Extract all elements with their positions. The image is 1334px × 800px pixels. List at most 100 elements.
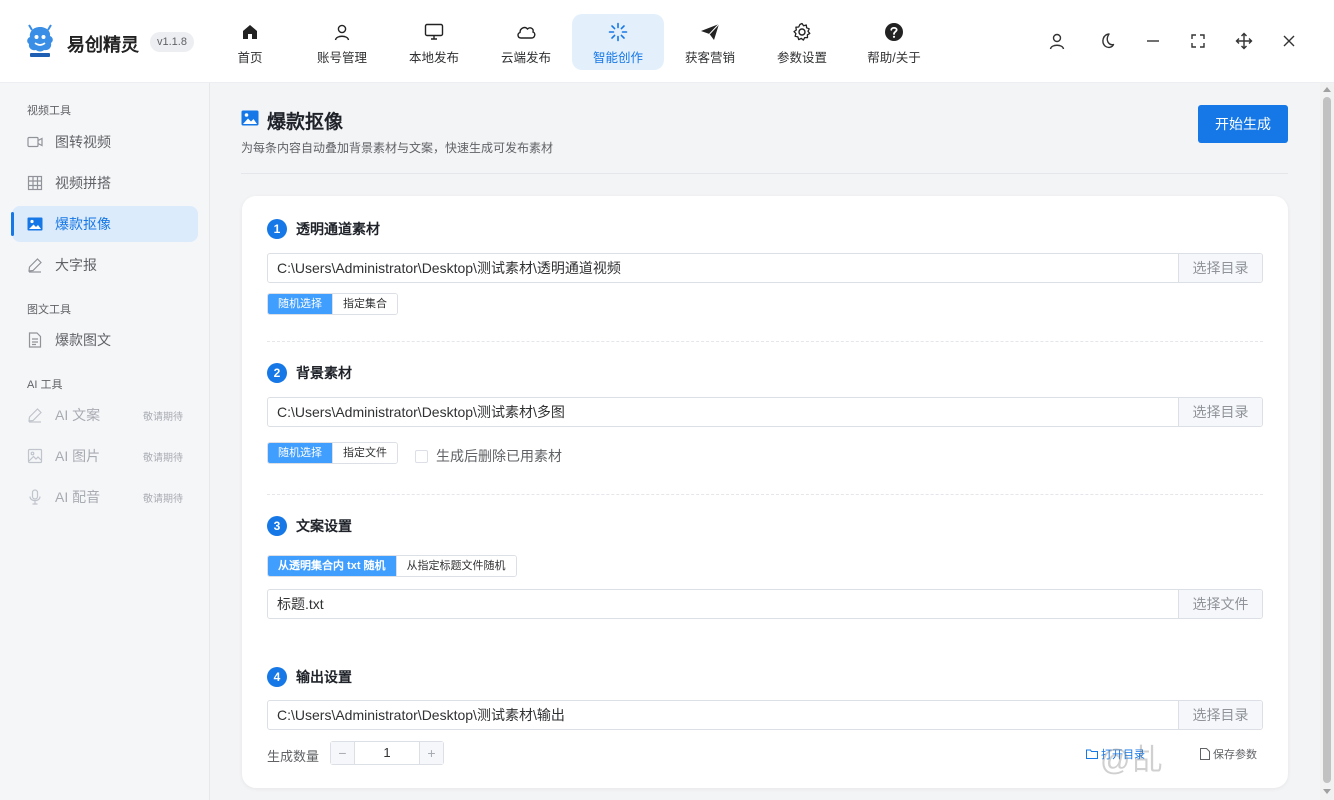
title-file-option[interactable]: 从指定标题文件随机: [395, 556, 516, 576]
step-number: 4: [267, 667, 287, 687]
alpha-selection-mode: 随机选择 指定集合: [267, 293, 398, 315]
section-divider: [267, 341, 1263, 342]
nav-marketing[interactable]: 获客营销: [664, 14, 756, 70]
scroll-thumb[interactable]: [1323, 97, 1331, 783]
delete-used-checkbox[interactable]: 生成后删除已用素材: [415, 446, 562, 466]
sidebar-item-label: AI 图片: [55, 448, 101, 464]
move-window-button[interactable]: [1233, 30, 1255, 52]
app-logo: [24, 24, 56, 58]
sidebar-item-label: 视频拼搭: [55, 175, 111, 191]
main-nav: 首页 账号管理 本地发布 云端发布 智能创作 获客营销 参数设置 帮助/关于: [204, 14, 940, 70]
choose-directory-button[interactable]: 选择目录: [1178, 701, 1262, 729]
step-number: 1: [267, 219, 287, 239]
close-button[interactable]: [1278, 30, 1300, 52]
choose-directory-button[interactable]: 选择目录: [1178, 398, 1262, 426]
sidebar-item-big-poster[interactable]: 大字报: [12, 247, 198, 283]
settings-card: 1 透明通道素材 选择目录 随机选择 指定集合 2 背景素材 选择目录 随机选择…: [242, 196, 1288, 788]
profile-button[interactable]: [1046, 30, 1068, 52]
sparkle-icon: [608, 22, 628, 42]
decrement-button[interactable]: −: [331, 742, 355, 764]
section-header: 4 输出设置: [267, 667, 352, 687]
increment-button[interactable]: +: [419, 742, 443, 764]
divider: [241, 173, 1288, 174]
nav-smart-create[interactable]: 智能创作: [572, 14, 664, 70]
step-number: 3: [267, 516, 287, 536]
nav-cloud-publish[interactable]: 云端发布: [480, 14, 572, 70]
choose-file-button[interactable]: 选择文件: [1178, 590, 1262, 618]
version-badge: v1.1.8: [150, 32, 194, 52]
sidebar-item-matting[interactable]: 爆款抠像: [11, 206, 198, 242]
sidebar-item-label: 大字报: [55, 257, 97, 273]
choose-directory-button[interactable]: 选择目录: [1178, 254, 1262, 282]
alpha-source-path-input[interactable]: [268, 254, 1178, 282]
fullscreen-button[interactable]: [1187, 30, 1209, 52]
minimize-button[interactable]: [1142, 30, 1164, 52]
txt-in-set-option[interactable]: 从透明集合内 txt 随机: [268, 556, 396, 576]
scroll-down-icon[interactable]: [1323, 789, 1331, 794]
nav-label: 账号管理: [316, 51, 367, 65]
app-name: 易创精灵: [67, 35, 139, 55]
sidebar-group-title: 视频工具: [27, 105, 71, 117]
section-title: 输出设置: [296, 669, 352, 685]
nav-label: 获客营销: [684, 51, 735, 65]
sidebar-item-video-splice[interactable]: 视频拼搭: [12, 165, 198, 201]
specified-file-option[interactable]: 指定文件: [332, 443, 397, 463]
nav-account[interactable]: 账号管理: [296, 14, 388, 70]
help-icon: [884, 22, 904, 42]
checkbox-box[interactable]: [415, 449, 428, 463]
section-divider: [267, 494, 1263, 495]
quantity-value[interactable]: 1: [355, 742, 419, 764]
moon-icon: [1102, 33, 1115, 49]
sidebar-item-label: 图转视频: [55, 134, 111, 150]
home-icon: [240, 22, 260, 42]
random-select-option[interactable]: 随机选择: [268, 294, 332, 314]
quantity-stepper[interactable]: − 1 +: [330, 741, 444, 765]
grid-icon: [27, 175, 43, 191]
output-path-input[interactable]: [268, 701, 1178, 729]
start-generate-button[interactable]: 开始生成: [1198, 105, 1288, 143]
scroll-up-icon[interactable]: [1323, 87, 1331, 92]
sidebar-item-ai-voice[interactable]: AI 配音 敬请期待: [12, 479, 198, 515]
nav-label: 帮助/关于: [867, 51, 921, 65]
video-icon: [27, 134, 43, 150]
scrollbar[interactable]: [1320, 83, 1334, 800]
image-icon: [27, 216, 43, 232]
folder-icon: [1086, 749, 1098, 759]
nav-help[interactable]: 帮助/关于: [848, 14, 940, 70]
section-header: 3 文案设置: [267, 516, 352, 536]
sidebar-group-title: AI 工具: [27, 379, 63, 391]
background-path-row: 选择目录: [267, 397, 1263, 427]
cloud-icon: [516, 22, 536, 42]
nav-home[interactable]: 首页: [204, 14, 296, 70]
random-select-option[interactable]: 随机选择: [268, 443, 332, 463]
sidebar-item-label: 爆款抠像: [55, 216, 111, 232]
nav-local-publish[interactable]: 本地发布: [388, 14, 480, 70]
section-header: 2 背景素材: [267, 363, 352, 383]
section-title: 背景素材: [296, 365, 352, 381]
step-number: 2: [267, 363, 287, 383]
open-directory-label: 打开目录: [1101, 749, 1145, 761]
copy-source-mode: 从透明集合内 txt 随机 从指定标题文件随机: [267, 555, 517, 577]
pen-icon: [27, 257, 43, 273]
nav-settings[interactable]: 参数设置: [756, 14, 848, 70]
gear-icon: [792, 22, 812, 42]
page-header: 爆款抠像: [241, 107, 343, 134]
theme-toggle-button[interactable]: [1095, 30, 1117, 52]
sidebar-item-ai-image[interactable]: AI 图片 敬请期待: [12, 438, 198, 474]
close-icon: [1283, 35, 1295, 47]
section-title: 透明通道素材: [296, 221, 380, 237]
image-icon: [241, 110, 259, 131]
nav-label: 首页: [237, 51, 263, 65]
sidebar-item-image-to-video[interactable]: 图转视频: [12, 124, 198, 160]
sidebar-item-label: 爆款图文: [55, 332, 111, 348]
count-label: 生成数量: [267, 749, 320, 764]
background-path-input[interactable]: [268, 398, 1178, 426]
save-params-link[interactable]: 保存参数: [1200, 746, 1257, 762]
open-directory-link[interactable]: 打开目录: [1086, 746, 1145, 762]
specified-set-option[interactable]: 指定集合: [332, 294, 397, 314]
title-file-input[interactable]: [268, 590, 1178, 618]
alpha-source-path-row: 选择目录: [267, 253, 1263, 283]
monitor-icon: [424, 22, 444, 42]
sidebar-item-article[interactable]: 爆款图文: [12, 322, 198, 358]
sidebar-item-ai-copy[interactable]: AI 文案 敬请期待: [12, 397, 198, 433]
